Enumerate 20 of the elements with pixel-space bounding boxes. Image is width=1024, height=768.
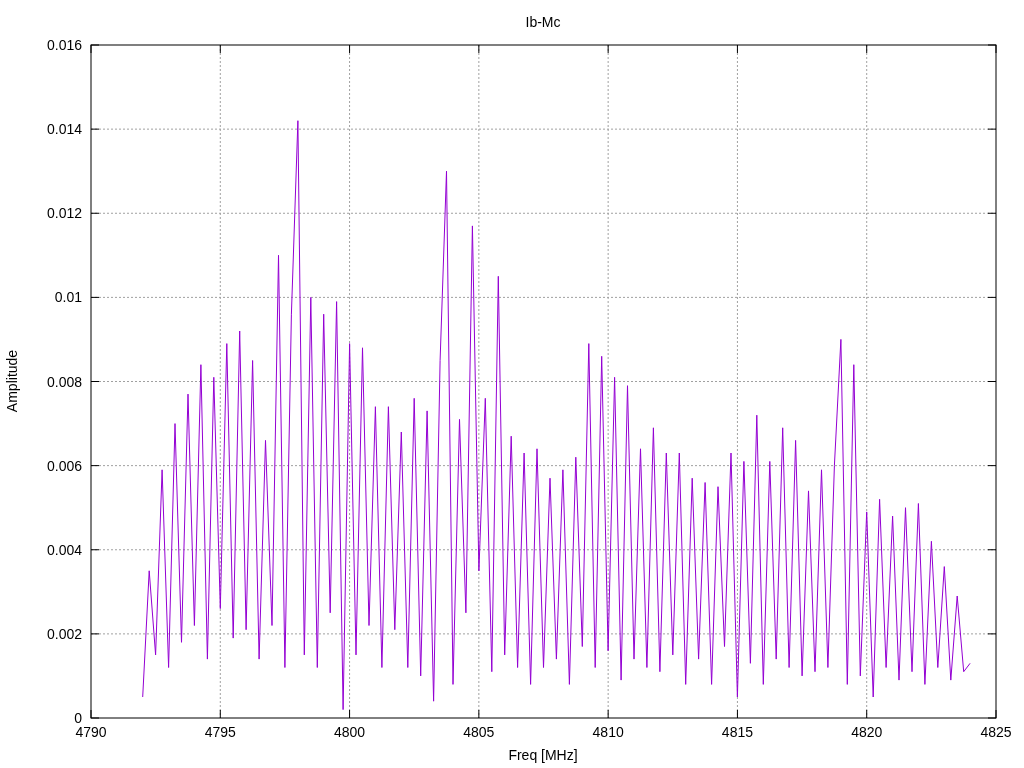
y-tick-label: 0.008 (46, 373, 82, 390)
y-tick-label: 0 (74, 710, 82, 726)
x-tick-label: 4795 (204, 724, 236, 740)
x-axis-label: Freq [MHz] (508, 747, 578, 763)
x-tick-label: 4800 (334, 724, 366, 740)
x-tick-label: 4815 (721, 724, 753, 740)
x-tick-label: 4820 (851, 724, 883, 740)
x-tick-label: 4790 (75, 724, 107, 740)
x-tick-label: 4805 (463, 724, 495, 740)
y-axis-label: Amplitude (4, 349, 20, 413)
y-tick-label: 0.016 (46, 37, 82, 53)
y-tick-label: 0.012 (46, 205, 82, 222)
y-tick-label: 0.006 (46, 457, 82, 474)
x-tick-label: 4825 (980, 724, 1012, 740)
y-tick-label: 0.004 (46, 541, 82, 558)
y-tick-label: 0.002 (46, 625, 82, 642)
y-tick-label: 0.01 (54, 289, 82, 306)
x-tick-label: 4810 (592, 724, 624, 740)
chart-title: Ib-Mc (525, 14, 561, 30)
y-tick-label: 0.014 (46, 121, 82, 138)
